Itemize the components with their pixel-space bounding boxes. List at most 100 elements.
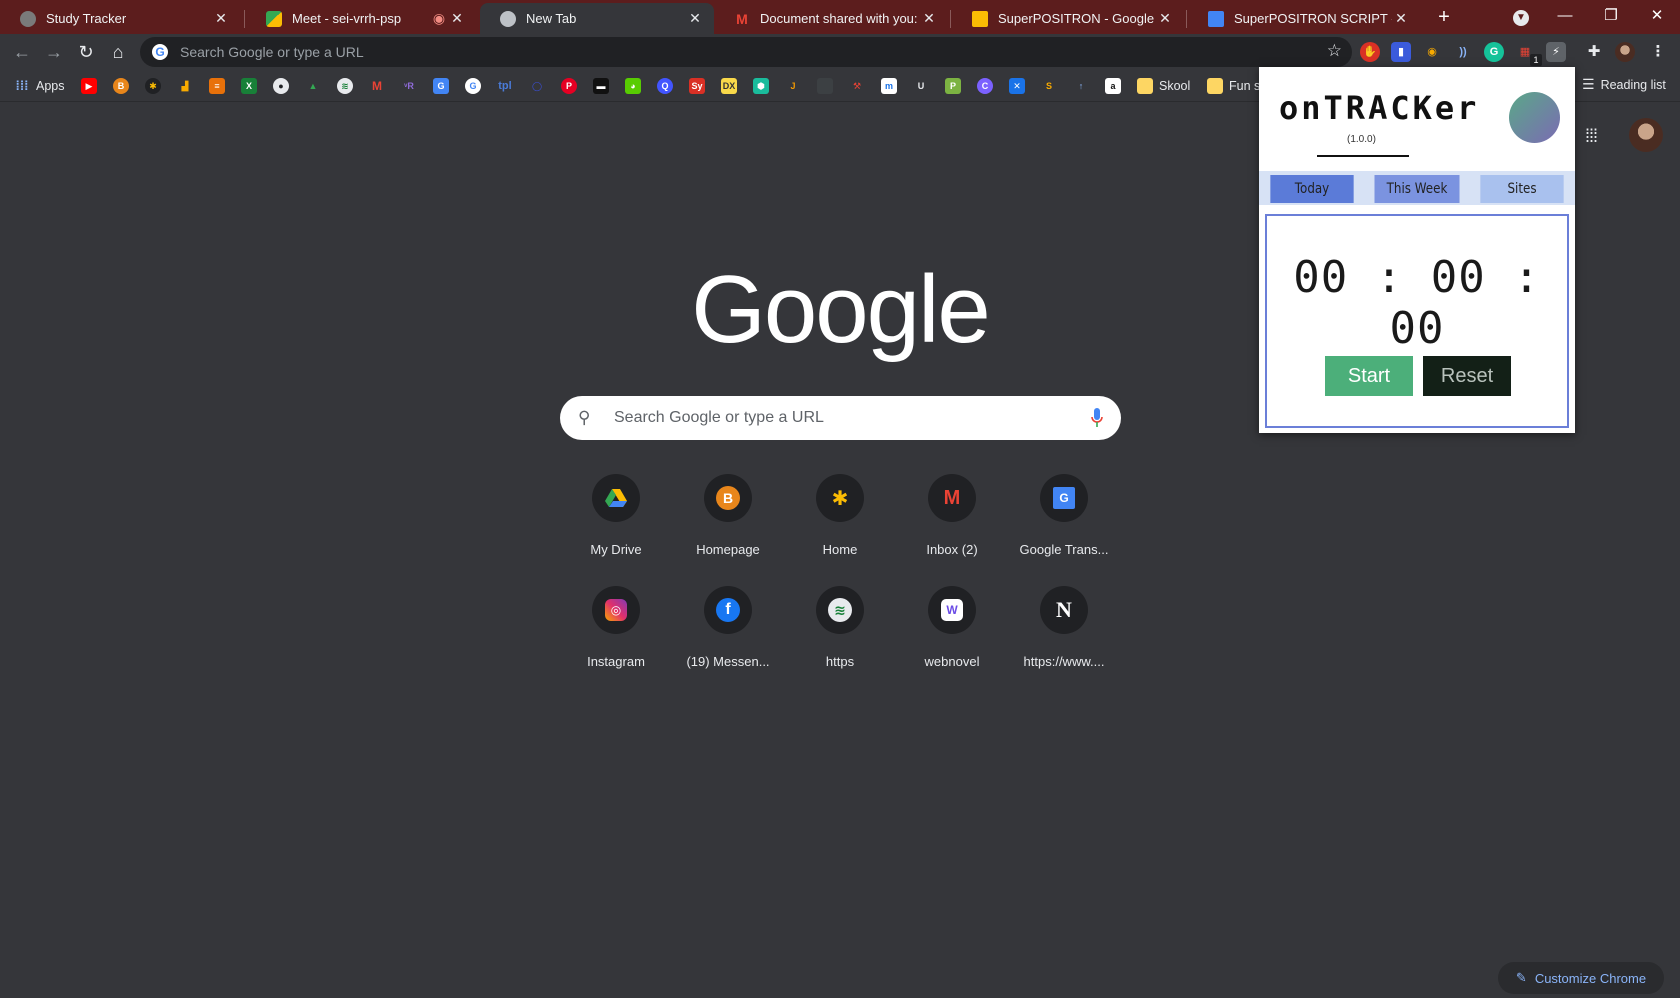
customize-label: Customize Chrome xyxy=(1534,970,1647,986)
customize-chrome-button[interactable]: ✎ Customize Chrome xyxy=(1498,962,1664,994)
bookmark-star[interactable]: ✱ xyxy=(145,77,161,95)
folder-icon xyxy=(1207,78,1223,94)
google-search-box[interactable]: ⚲ Search Google or type a URL xyxy=(560,396,1121,440)
bookmark-s[interactable]: S xyxy=(1041,77,1057,95)
new-tab-button[interactable]: + xyxy=(1432,5,1456,29)
bookmark-x[interactable]: ✕ xyxy=(1009,77,1025,95)
tab-google-slides[interactable]: SuperPOSITRON - Google Slides ✕ xyxy=(952,3,1184,34)
close-icon[interactable]: ✕ xyxy=(1392,10,1410,27)
bookmark-m[interactable]: m xyxy=(881,77,897,95)
owl-extension-icon[interactable]: ◉ xyxy=(1422,42,1442,62)
tab-meet[interactable]: Meet - sei-vrrh-psp ◉ ✕ xyxy=(246,3,476,34)
reader-extension-icon[interactable]: ▮ xyxy=(1391,42,1411,62)
shortcut-homepage[interactable]: B Homepage xyxy=(672,474,784,586)
shortcut-webnovel[interactable]: W webnovel xyxy=(896,586,1008,698)
shortcut-inbox[interactable]: M Inbox (2) xyxy=(896,474,1008,586)
bookmark-ring[interactable]: ◯ xyxy=(529,77,545,95)
bookmark-drive[interactable]: ▲ xyxy=(305,77,321,95)
p-icon: P xyxy=(945,78,961,94)
shortcut-messenger[interactable]: f (19) Messen... xyxy=(672,586,784,698)
grammarly-icon[interactable]: G xyxy=(1484,42,1504,62)
bookmark-b[interactable]: B xyxy=(113,77,129,95)
ontracker-popup: onTRACKer (1.0.0) Today This Week Sites … xyxy=(1259,67,1575,433)
bookmark-google[interactable]: G xyxy=(465,77,481,95)
home-button[interactable]: ⌂ xyxy=(104,38,132,66)
bookmark-quizlet[interactable]: Q xyxy=(657,77,673,95)
tab-title: SuperPOSITRON SCRIPT - Goog xyxy=(1234,11,1392,26)
close-icon[interactable]: ✕ xyxy=(920,10,938,27)
puzzle-extensions-icon[interactable]: ✚ xyxy=(1584,42,1604,62)
tab-new-tab[interactable]: New Tab ✕ xyxy=(480,3,714,34)
menu-kebab-icon[interactable]: ⋮ xyxy=(1648,42,1668,62)
shortcut-my-drive[interactable]: My Drive xyxy=(560,474,672,586)
account-avatar[interactable] xyxy=(1629,118,1663,152)
bookmark-j[interactable]: J xyxy=(785,77,801,95)
forward-button[interactable]: → xyxy=(40,38,68,66)
bookmark-bar[interactable]: ▬ xyxy=(593,77,609,95)
bookmark-c[interactable]: C xyxy=(977,77,993,95)
audio-extension-icon[interactable]: )) xyxy=(1453,42,1473,62)
ontracker-extension-icon[interactable]: ⚡ xyxy=(1546,42,1566,62)
bookmark-sphere[interactable]: ≋ xyxy=(337,77,353,95)
shortcut-instagram[interactable]: ◎ Instagram xyxy=(560,586,672,698)
bookmark-p[interactable]: P xyxy=(945,77,961,95)
shortcut-https[interactable]: ≋ https xyxy=(784,586,896,698)
shortcut-notion[interactable]: N https://www.... xyxy=(1008,586,1120,698)
bookmark-blank[interactable] xyxy=(817,77,833,95)
tab-study-tracker[interactable]: Study Tracker ✕ xyxy=(0,3,240,34)
shortcut-google-translate[interactable]: G Google Trans... xyxy=(1008,474,1120,586)
start-button[interactable]: Start xyxy=(1325,356,1413,396)
tab-google-docs[interactable]: SuperPOSITRON SCRIPT - Goog ✕ xyxy=(1188,3,1420,34)
reload-button[interactable]: ↻ xyxy=(72,38,100,66)
bookmark-sy[interactable]: Sy xyxy=(689,77,705,95)
omnibox[interactable]: G Search Google or type a URL ☆ xyxy=(140,37,1352,67)
tab-gmail-document[interactable]: M Document shared with you: "Sup ✕ xyxy=(714,3,948,34)
x-box-icon: ✕ xyxy=(1009,78,1025,94)
bookmark-dx[interactable]: DX xyxy=(721,77,737,95)
sphere-icon: ≋ xyxy=(816,586,864,634)
tab-sites[interactable]: Sites xyxy=(1480,175,1564,203)
bookmark-apps[interactable]: ⁞⁞⁞ Apps xyxy=(14,77,65,95)
bookmark-youtube[interactable]: ▶ xyxy=(81,77,97,95)
close-icon[interactable]: ✕ xyxy=(1156,10,1174,27)
gmail-icon: M xyxy=(736,10,748,27)
bookmark-excel[interactable]: X xyxy=(241,77,257,95)
close-icon[interactable]: ✕ xyxy=(448,10,466,27)
bookmark-flag[interactable]: ≡ xyxy=(209,77,225,95)
bookmark-folder-skool[interactable]: Skool xyxy=(1137,77,1190,95)
bookmark-duolingo[interactable]: ◕ xyxy=(625,77,641,95)
tab-search-button[interactable]: ▼ xyxy=(1498,0,1544,34)
bookmark-r[interactable]: ᵛR xyxy=(401,77,417,95)
close-icon[interactable]: ✕ xyxy=(212,10,230,27)
bookmark-gmail[interactable]: M xyxy=(369,77,385,95)
back-button[interactable]: ← xyxy=(8,38,36,66)
slides-icon xyxy=(972,10,988,27)
bookmark-arrow[interactable]: ↑ xyxy=(1073,77,1089,95)
tab-this-week[interactable]: This Week xyxy=(1374,175,1460,203)
bookmark-folder-fun[interactable]: Fun s xyxy=(1207,77,1260,95)
profile-avatar[interactable] xyxy=(1615,42,1635,62)
shortcut-home[interactable]: ✱ Home xyxy=(784,474,896,586)
bookmark-github[interactable]: ● xyxy=(273,77,289,95)
tab-today[interactable]: Today xyxy=(1270,175,1354,203)
close-icon[interactable]: ✕ xyxy=(686,10,704,27)
adblock-extension-icon[interactable]: ✋ xyxy=(1360,42,1380,62)
google-apps-icon[interactable]: ⁞⁞⁞ xyxy=(1585,126,1609,150)
bookmark-tpl[interactable]: tpl xyxy=(497,77,513,95)
bookmark-hex[interactable]: ⬢ xyxy=(753,77,769,95)
bookmark-translate[interactable]: G xyxy=(433,77,449,95)
bookmark-analytics[interactable]: ▟ xyxy=(177,77,193,95)
bookmark-pinterest[interactable]: P xyxy=(561,77,577,95)
quizlet-icon: Q xyxy=(657,78,673,94)
microphone-icon[interactable] xyxy=(1091,408,1103,428)
restore-button[interactable]: ❐ xyxy=(1588,0,1634,34)
asterisk-icon: ✱ xyxy=(816,474,864,522)
bookmark-star-icon[interactable]: ☆ xyxy=(1327,41,1342,61)
bookmark-u[interactable]: U xyxy=(913,77,929,95)
minimize-button[interactable]: — xyxy=(1542,0,1588,34)
reading-list-button[interactable]: ☰ Reading list xyxy=(1582,76,1666,93)
reset-button[interactable]: Reset xyxy=(1423,356,1511,396)
bookmark-tool[interactable]: ⚒ xyxy=(849,77,865,95)
close-window-button[interactable]: ✕ xyxy=(1634,0,1680,34)
bookmark-amazon[interactable]: a xyxy=(1105,77,1121,95)
